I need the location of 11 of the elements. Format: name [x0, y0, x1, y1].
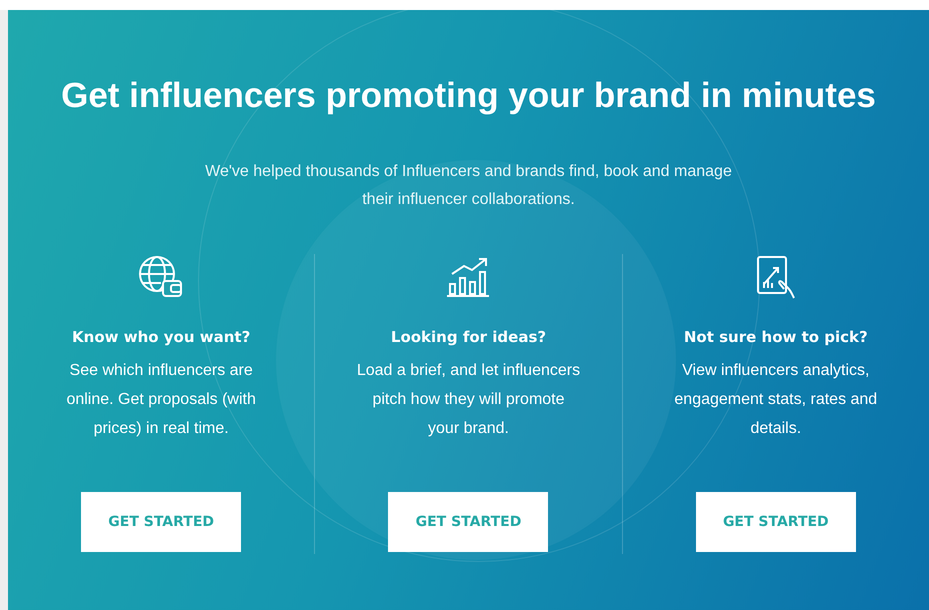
feature-title: Know who you want?	[72, 328, 250, 346]
get-started-button[interactable]: GET STARTED	[388, 492, 548, 552]
get-started-button[interactable]: GET STARTED	[81, 492, 242, 552]
feature-description: Load a brief, and let influencers pitch how they will promote your brand.	[356, 361, 581, 439]
feature-description: See which influencers are online. Get proposals (with prices) in real time.	[65, 361, 257, 439]
subheading: We've helped thousands of Influencers and brands find, book and manage their influencer collaborations.	[204, 162, 733, 210]
feature-title: Not sure how to pick?	[684, 328, 868, 346]
feature-title: Looking for ideas?	[390, 328, 546, 346]
heading: Get influencers promoting your brand in minutes	[61, 76, 876, 116]
get-started-button[interactable]: GET STARTED	[696, 492, 856, 552]
feature-description: View influencers analytics, engagement stats, rates and details.	[673, 361, 878, 439]
